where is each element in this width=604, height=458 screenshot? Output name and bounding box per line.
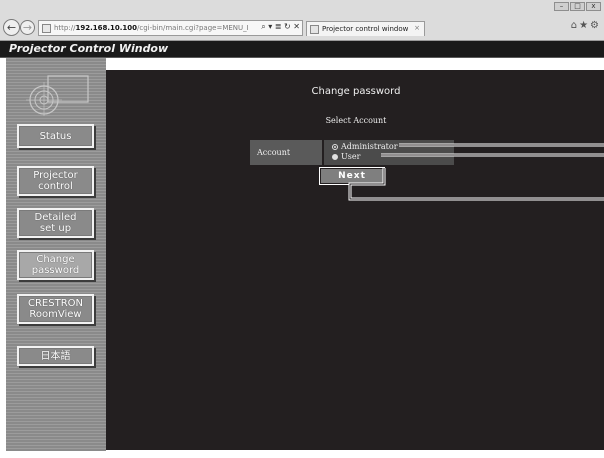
close-window-button[interactable]: x [586, 2, 601, 11]
page-title: Projector Control Window [9, 42, 169, 55]
tab-page-icon [310, 24, 319, 34]
forward-arrow-icon[interactable]: → [20, 20, 35, 35]
administrator-label: Administrator [341, 142, 398, 151]
page-icon [42, 23, 51, 33]
change-password-button[interactable]: Change password [17, 250, 94, 280]
user-label: User [341, 152, 361, 161]
back-arrow-icon[interactable]: ← [3, 19, 20, 36]
crestron-roomview-label: CRESTRON RoomView [27, 298, 83, 320]
tab-label: Projector control window [322, 25, 409, 33]
home-star-gear-icons[interactable]: ⌂★⚙ [571, 20, 601, 31]
account-options: Administrator User [324, 140, 454, 165]
address-tools-icons[interactable]: ⌕ ▾ ≣ ↻ ✕ [259, 22, 300, 32]
next-button[interactable]: Next [319, 167, 385, 185]
next-button-label: Next [321, 169, 383, 183]
sidebar: Status Projector control Detailed set up… [6, 58, 106, 451]
maximize-button[interactable]: □ [570, 2, 585, 11]
account-label: Account [250, 140, 322, 165]
japanese-language-button[interactable]: 日本語 [17, 346, 94, 366]
minimize-button[interactable]: – [554, 2, 569, 11]
projector-control-label: Projector control [33, 170, 78, 192]
radio-unselected-icon [332, 153, 338, 160]
tab-close-icon[interactable]: × [414, 24, 420, 32]
projector-logo-icon [26, 75, 89, 116]
detailed-setup-button[interactable]: Detailed set up [17, 208, 94, 238]
radio-selected-icon [332, 143, 338, 150]
change-password-label: Change password [31, 254, 80, 276]
projector-control-button[interactable]: Projector control [17, 166, 94, 196]
status-button[interactable]: Status [17, 124, 94, 148]
window-controls: – □ x [554, 2, 601, 11]
main-panel: Change password Select Account Account A… [106, 70, 604, 450]
address-host: 192.168.10.100 [75, 24, 138, 32]
address-path: /cgi-bin/main.cgi?page=MENU_I [137, 24, 249, 32]
user-radio[interactable]: User [332, 152, 360, 161]
select-account-label: Select Account [325, 116, 387, 125]
browser-chrome: – □ x ← → http:// 192.168.10.100 /cgi-bi… [0, 0, 604, 41]
crestron-roomview-button[interactable]: CRESTRON RoomView [17, 294, 94, 324]
status-button-label: Status [39, 130, 72, 142]
address-prefix: http:// [54, 24, 76, 32]
administrator-radio[interactable]: Administrator [332, 142, 398, 151]
address-bar[interactable]: http:// 192.168.10.100 /cgi-bin/main.cgi… [38, 20, 303, 36]
change-password-heading: Change password [311, 86, 401, 97]
detailed-setup-label: Detailed set up [34, 212, 77, 234]
japanese-language-label: 日本語 [40, 350, 71, 362]
title-bar: Projector Control Window [0, 41, 604, 58]
tab-projector-control[interactable]: Projector control window × [306, 21, 425, 36]
